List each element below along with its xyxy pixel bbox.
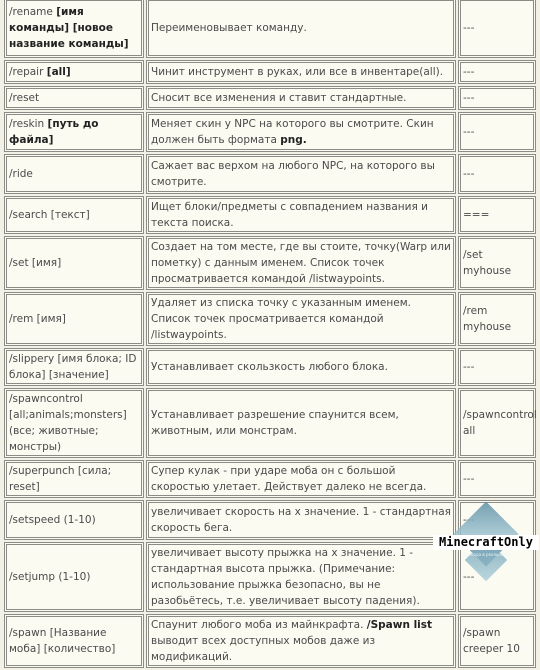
command-cell-text: /superpunch [сила; reset]: [9, 465, 112, 493]
description-cell-text: Устанавливает разрешение спаунится всем,…: [151, 409, 399, 437]
description-cell: Удаляет из списка точку с указанным имен…: [146, 292, 456, 346]
description-cell: Устанавливает разрешение спаунится всем,…: [146, 388, 456, 458]
table-row: /superpunch [сила; reset] Супер кулак - п…: [4, 460, 536, 498]
table-row: /set [имя] Создает на том месте, где вы с…: [4, 236, 536, 290]
command-cell-text: [all]: [46, 66, 71, 78]
description-cell-text: Чинит инструмент в руках, или все в инве…: [151, 66, 444, 78]
command-cell: /rem [имя]: [4, 292, 144, 346]
description-cell-text: Спаунит любого моба из майнкрафта.: [151, 619, 367, 631]
command-cell-text: /spawn [Название моба] [количество]: [9, 627, 116, 655]
command-cell-text: /reset: [9, 92, 40, 104]
command-cell-text: /reskin: [9, 118, 48, 130]
description-cell: Сносит все изменения и ставит стандартны…: [146, 86, 456, 110]
command-cell-text: /repair: [9, 66, 47, 78]
description-cell: Устанавливает скользкость любого блока.: [146, 348, 456, 386]
description-cell-text: увеличивает скорость на х значение. 1 - …: [151, 506, 451, 534]
example-cell: ---: [458, 60, 536, 84]
command-cell: /spawncontrol [all;animals;monsters] (вс…: [4, 388, 144, 458]
table-row: /rename [имя команды] [новое название ко…: [4, 0, 536, 58]
table-row: /ride Сажает вас верхом на любого NPC, на…: [4, 154, 536, 194]
command-cell: /ride: [4, 154, 144, 194]
example-cell: ===: [458, 196, 536, 234]
table-row: /spawn [Название моба] [количество] Спаун…: [4, 614, 536, 668]
description-cell: увеличивает высоту прыжка на х значение.…: [146, 542, 456, 612]
description-cell-text: Ищет блоки/предметы с совпадением назван…: [151, 201, 428, 229]
command-cell: /reset: [4, 86, 144, 110]
example-cell: ---: [458, 154, 536, 194]
description-cell: Спаунит любого моба из майнкрафта. /Spaw…: [146, 614, 456, 668]
example-cell: ---: [458, 86, 536, 110]
description-cell-text: Переименовывает команду.: [151, 22, 307, 34]
command-cell: /reskin [путь до файла]: [4, 112, 144, 152]
command-cell-text: /set [имя]: [9, 257, 62, 269]
command-cell-text: /ride: [9, 168, 33, 180]
description-cell-text: увеличивает высоту прыжка на х значение.…: [151, 547, 420, 607]
command-cell: /superpunch [сила; reset]: [4, 460, 144, 498]
command-cell-text: /spawncontrol [all;animals;monsters] (вс…: [9, 393, 127, 453]
command-cell-text: /setspeed (1-10): [9, 514, 96, 526]
example-cell: ---: [458, 500, 536, 540]
description-cell: Чинит инструмент в руках, или все в инве…: [146, 60, 456, 84]
description-cell: Ищет блоки/предметы с совпадением назван…: [146, 196, 456, 234]
table-row: /spawncontrol [all;animals;monsters] (вс…: [4, 388, 537, 458]
example-cell: ---: [458, 460, 536, 498]
example-cell: ---: [458, 112, 536, 152]
table-row: /setjump (1-10) увеличивает высоту прыжка…: [4, 542, 536, 612]
description-cell-text: Сажает вас верхом на любого NPC, на кото…: [151, 160, 435, 188]
command-cell: /set [имя]: [4, 236, 144, 290]
table-row: /slippery [имя блока; ID блока] [значени…: [4, 348, 536, 386]
command-cell-text: /search [текст]: [9, 209, 90, 221]
command-cell-text: /setjump (1-10): [9, 571, 91, 583]
table-row: /repair [all] Чинит инструмент в руках, и…: [4, 60, 536, 84]
example-cell: /set myhouse: [458, 236, 536, 290]
example-cell: ---: [458, 348, 536, 386]
description-cell: Сажает вас верхом на любого NPC, на кото…: [146, 154, 456, 194]
example-cell: /rem myhouse: [458, 292, 536, 346]
command-cell-text: /rename: [9, 6, 57, 18]
command-cell: /spawn [Название моба] [количество]: [4, 614, 144, 668]
description-cell: Переименовывает команду.: [146, 0, 456, 58]
description-cell: увеличивает скорость на х значение. 1 - …: [146, 500, 456, 540]
example-cell: ---: [458, 542, 536, 612]
command-cell: /rename [имя команды] [новое название ко…: [4, 0, 144, 58]
description-cell-text: Устанавливает скользкость любого блока.: [151, 361, 388, 373]
description-cell: Меняет скин у NPC на которого вы смотрит…: [146, 112, 456, 152]
description-cell-text: /Spawn list: [366, 619, 433, 631]
description-cell-text: Создает на том месте, где вы стоите, точ…: [151, 241, 451, 285]
example-cell: /spawn creeper 10: [458, 614, 536, 668]
description-cell-text: png.: [280, 134, 307, 146]
command-cell: /repair [all]: [4, 60, 144, 84]
description-cell-text: Супер кулак - при ударе моба он с большо…: [151, 465, 427, 493]
command-cell: /slippery [имя блока; ID блока] [значени…: [4, 348, 144, 386]
description-cell-text: выводит всех доступных мобов даже из мод…: [151, 635, 376, 663]
description-cell: Супер кулак - при ударе моба он с большо…: [146, 460, 456, 498]
example-cell: ---: [458, 0, 536, 58]
table-row: /rem [имя] Удаляет из списка точку с указ…: [4, 292, 536, 346]
command-cell: /setspeed (1-10): [4, 500, 144, 540]
command-cell-text: /rem [имя]: [9, 313, 66, 325]
table-row: /setspeed (1-10) увеличивает скорость на …: [4, 500, 536, 540]
commands-table: /rename [имя команды] [новое название ко…: [2, 0, 538, 670]
command-cell: /setjump (1-10): [4, 542, 144, 612]
description-cell: Создает на том месте, где вы стоите, точ…: [146, 236, 456, 290]
command-cell: /search [текст]: [4, 196, 144, 234]
description-cell-text: Сносит все изменения и ставит стандартны…: [151, 92, 407, 104]
table-row: /search [текст] Ищет блоки/предметы с сов…: [4, 196, 536, 234]
description-cell-text: Удаляет из списка точку с указанным имен…: [151, 297, 411, 341]
table-row: /reset Сносит все изменения и ставит стан…: [4, 86, 536, 110]
command-cell-text: /slippery [имя блока; ID блока] [значени…: [9, 353, 137, 381]
table-row: /reskin [путь до файла] Меняет скин у NPC…: [4, 112, 536, 152]
example-cell: /spawncontrol all: [458, 388, 537, 458]
